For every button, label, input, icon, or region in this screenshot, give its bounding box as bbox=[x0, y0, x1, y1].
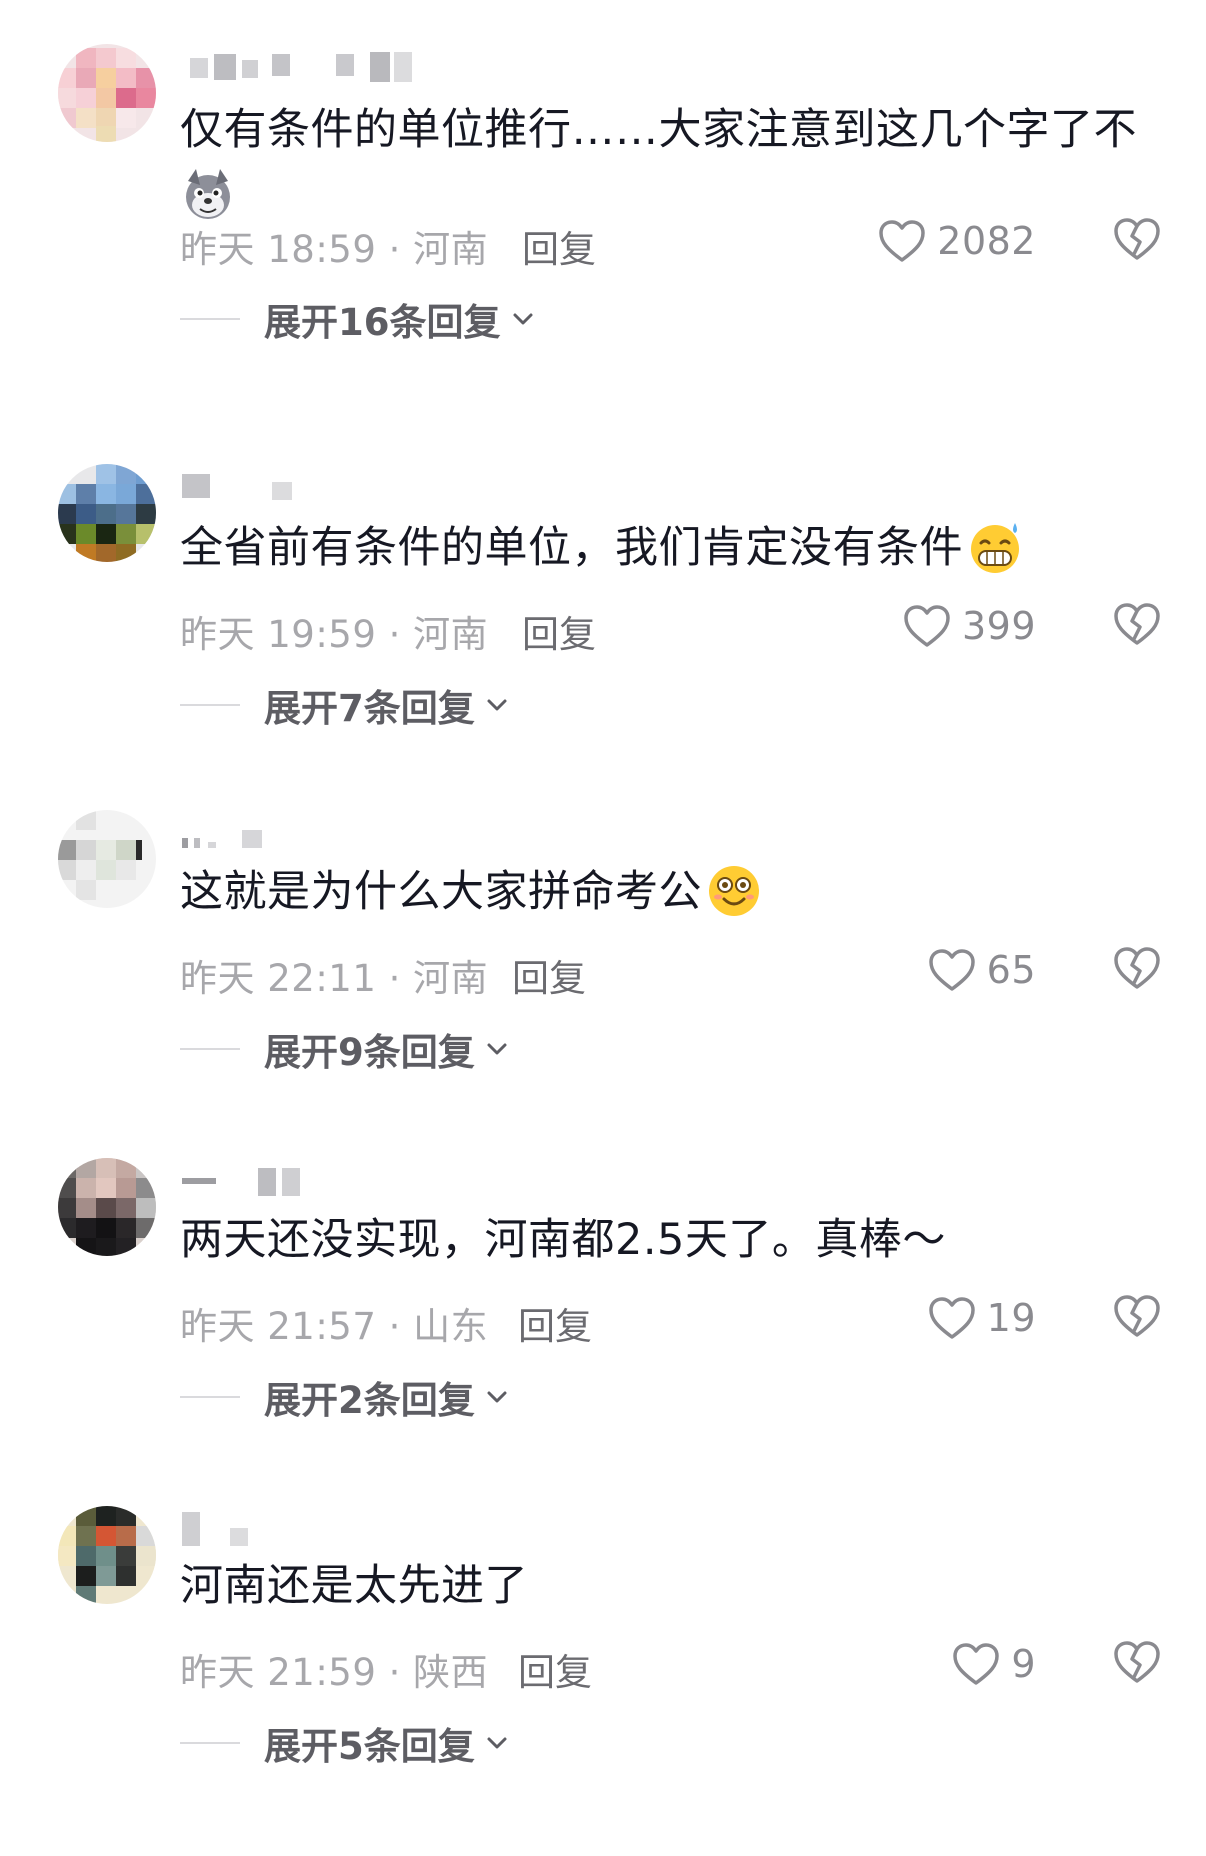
comment-text: 全省前有条件的单位，我们肯定没有条件 bbox=[180, 518, 1160, 579]
heart-outline-icon bbox=[879, 220, 926, 262]
comment-text-content: 河南还是太先进了 bbox=[180, 1561, 528, 1611]
like-button[interactable]: 65 bbox=[927, 942, 1036, 998]
chevron-down-icon bbox=[487, 699, 507, 711]
comment-meta: 昨天 22:11 · 河南 bbox=[180, 957, 489, 1000]
divider-line bbox=[180, 318, 240, 320]
comment-meta: 昨天 19:59 · 河南 bbox=[180, 613, 489, 656]
expand-replies-button[interactable]: 展开16条回复 bbox=[180, 294, 537, 344]
comment-meta: 昨天 21:59 · 陕西 bbox=[180, 1651, 489, 1694]
username[interactable] bbox=[182, 816, 442, 850]
chevron-down-icon bbox=[513, 313, 532, 325]
grin-sweat-emoji-icon bbox=[967, 519, 1023, 575]
comment-item: 这就是为什么大家拼命考公 昨天 22:11 · 河南 回复 65 展开9条回复 bbox=[0, 810, 1206, 1160]
comment-meta: 昨天 21:57 · 山东 bbox=[180, 1305, 489, 1348]
like-button[interactable]: 2082 bbox=[877, 213, 1036, 269]
avatar[interactable] bbox=[58, 810, 156, 908]
dislike-button[interactable] bbox=[1112, 1639, 1162, 1689]
comment-text: 仅有条件的单位推行……大家注意到这几个字了不 bbox=[180, 100, 1160, 221]
divider-line bbox=[180, 704, 240, 706]
comment-text-content: 这就是为什么大家拼命考公 bbox=[180, 867, 702, 917]
like-button[interactable]: 399 bbox=[902, 598, 1036, 654]
reply-button[interactable]: 回复 bbox=[512, 948, 586, 1002]
chevron-down-icon bbox=[487, 1391, 507, 1403]
divider-line bbox=[180, 1742, 240, 1744]
dislike-button[interactable] bbox=[1112, 601, 1162, 651]
chevron-down-icon bbox=[487, 1737, 507, 1749]
heart-outline-icon bbox=[953, 1643, 1000, 1685]
dislike-button[interactable] bbox=[1112, 1293, 1162, 1343]
broken-heart-icon bbox=[1114, 218, 1160, 260]
broken-heart-icon bbox=[1114, 1641, 1160, 1683]
comment-text: 这就是为什么大家拼命考公 bbox=[180, 862, 1160, 923]
expand-replies-button[interactable]: 展开2条回复 bbox=[180, 1372, 511, 1422]
like-count: 19 bbox=[986, 1296, 1036, 1340]
expand-replies-button[interactable]: 展开5条回复 bbox=[180, 1718, 511, 1768]
dislike-button[interactable] bbox=[1112, 216, 1162, 266]
comment-text-content: 两天还没实现，河南都2.5天了。真棒～ bbox=[180, 1215, 946, 1265]
comment-item: 两天还没实现，河南都2.5天了。真棒～ 昨天 21:57 · 山东 回复 19 … bbox=[0, 1158, 1206, 1508]
like-count: 9 bbox=[1011, 1642, 1036, 1686]
heart-outline-icon bbox=[904, 605, 950, 647]
comment-text: 河南还是太先进了 bbox=[180, 1556, 1160, 1616]
chevron-down-icon bbox=[487, 1043, 507, 1055]
comment-text-content: 全省前有条件的单位，我们肯定没有条件 bbox=[180, 523, 963, 573]
broken-heart-icon bbox=[1114, 1295, 1160, 1337]
username[interactable] bbox=[182, 1512, 442, 1546]
reply-button[interactable]: 回复 bbox=[522, 604, 596, 658]
avatar[interactable] bbox=[58, 1158, 156, 1256]
username[interactable] bbox=[182, 470, 442, 504]
heart-outline-icon bbox=[928, 949, 975, 991]
comment-text: 两天还没实现，河南都2.5天了。真棒～ bbox=[180, 1210, 1160, 1270]
comment-item: 全省前有条件的单位，我们肯定没有条件 昨天 19:59 · 河南 回复 399 bbox=[0, 464, 1206, 814]
comment-item: 仅有条件的单位推行……大家注意到这几个字了不 昨天 18:59 · 河南 回复 … bbox=[0, 44, 1206, 394]
like-button[interactable]: 19 bbox=[927, 1290, 1036, 1346]
avatar[interactable] bbox=[58, 44, 156, 142]
expand-replies-button[interactable]: 展开9条回复 bbox=[180, 1024, 511, 1074]
wolf-emoji-icon bbox=[180, 167, 236, 223]
username[interactable] bbox=[182, 1164, 442, 1198]
expand-replies-label: 展开5条回复 bbox=[264, 1725, 475, 1768]
heart-outline-icon bbox=[928, 1297, 975, 1339]
expand-replies-label: 展开9条回复 bbox=[264, 1031, 475, 1074]
reply-button[interactable]: 回复 bbox=[518, 1296, 592, 1350]
expand-replies-label: 展开2条回复 bbox=[264, 1379, 475, 1422]
username[interactable] bbox=[182, 50, 442, 84]
like-button[interactable]: 9 bbox=[951, 1636, 1036, 1692]
broken-heart-icon bbox=[1114, 947, 1160, 989]
comment-item: 河南还是太先进了 昨天 21:59 · 陕西 回复 9 展开5条回复 bbox=[0, 1506, 1206, 1856]
comment-text-content: 仅有条件的单位推行……大家注意到这几个字了不 bbox=[180, 105, 1137, 155]
comment-meta: 昨天 18:59 · 河南 bbox=[180, 228, 489, 271]
divider-line bbox=[180, 1048, 240, 1050]
reply-button[interactable]: 回复 bbox=[518, 1642, 592, 1696]
divider-line bbox=[180, 1396, 240, 1398]
reply-button[interactable]: 回复 bbox=[522, 219, 596, 273]
like-count: 399 bbox=[961, 604, 1036, 648]
dizzy-face-emoji-icon bbox=[706, 863, 762, 919]
avatar[interactable] bbox=[58, 464, 156, 562]
expand-replies-button[interactable]: 展开7条回复 bbox=[180, 680, 511, 730]
broken-heart-icon bbox=[1114, 603, 1160, 645]
avatar[interactable] bbox=[58, 1506, 156, 1604]
like-count: 2082 bbox=[937, 219, 1036, 263]
expand-replies-label: 展开7条回复 bbox=[264, 687, 475, 730]
expand-replies-label: 展开16条回复 bbox=[264, 301, 501, 344]
like-count: 65 bbox=[986, 948, 1036, 992]
dislike-button[interactable] bbox=[1112, 945, 1162, 995]
